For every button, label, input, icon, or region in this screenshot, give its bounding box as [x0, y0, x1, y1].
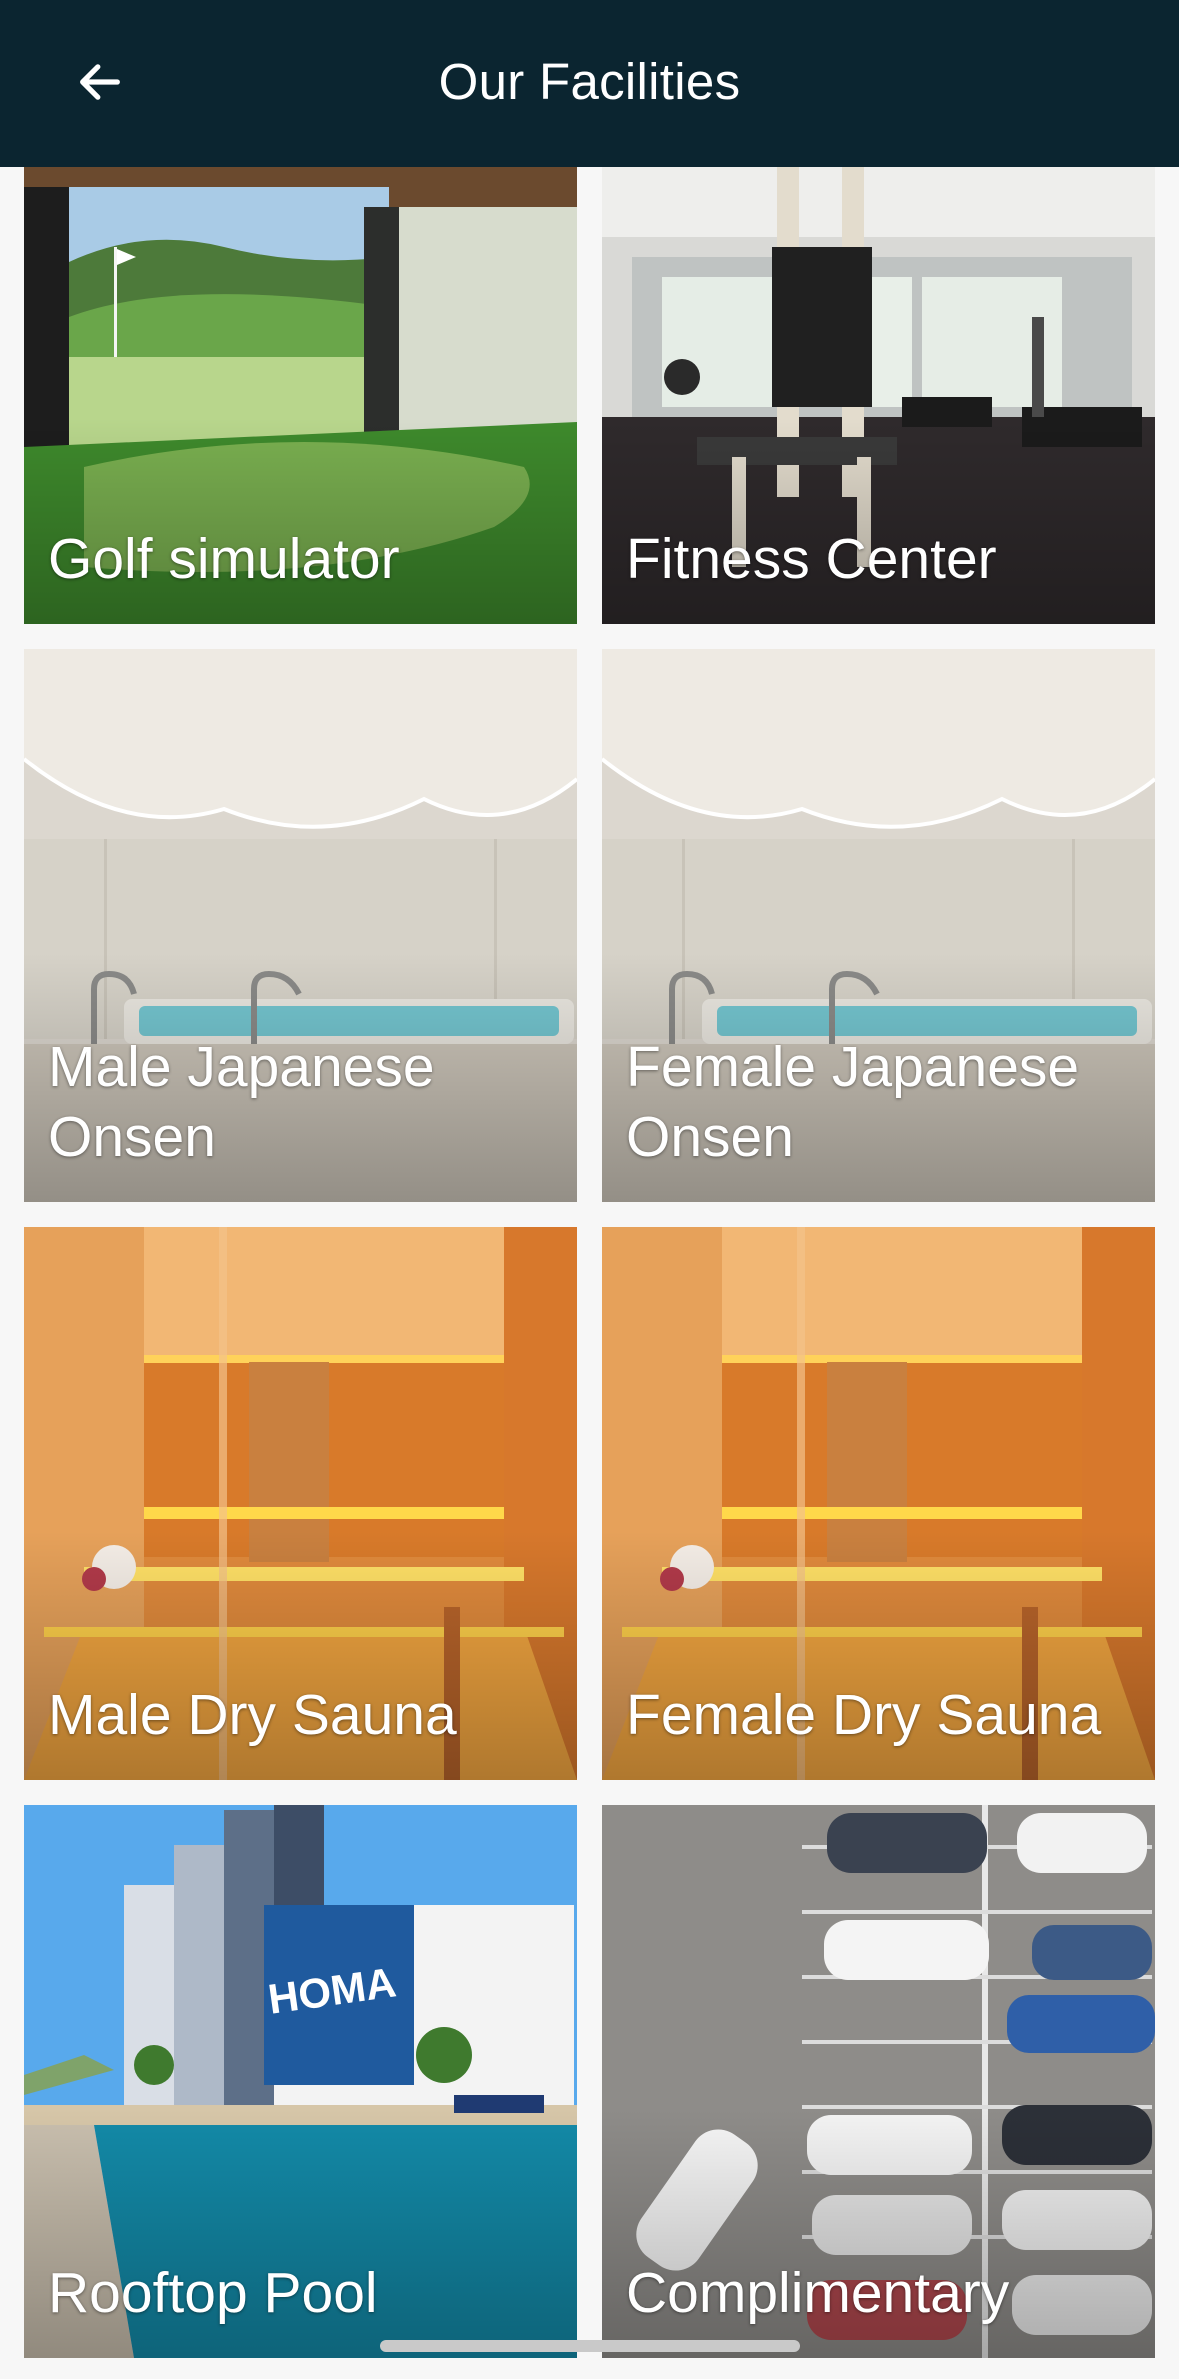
- facility-card-golf-simulator[interactable]: Golf simulator: [24, 167, 577, 624]
- page-title: Our Facilities: [438, 53, 741, 110]
- facility-card-female-dry-sauna[interactable]: Female Dry Sauna: [602, 1227, 1155, 1780]
- facility-label: Fitness Center: [626, 527, 997, 591]
- facility-card-rooftop-pool[interactable]: HOMA Rooftop Pool: [24, 1805, 577, 2358]
- facility-card-fitness-center[interactable]: Fitness Center: [602, 167, 1155, 624]
- facility-label: Male Dry Sauna: [48, 1683, 457, 1747]
- home-indicator[interactable]: [380, 2340, 800, 2352]
- facility-label: Golf simulator: [48, 527, 400, 591]
- app-bar: Our Facilities: [0, 0, 1179, 167]
- facility-label: Male Japanese Onsen: [48, 1035, 435, 1169]
- facility-card-male-japanese-onsen[interactable]: Male Japanese Onsen: [24, 649, 577, 1202]
- facility-card-female-japanese-onsen[interactable]: Female Japanese Onsen: [602, 649, 1155, 1202]
- facility-label: Female Japanese Onsen: [626, 1035, 1080, 1169]
- facility-label: Complimentary: [626, 2261, 1010, 2325]
- facility-card-male-dry-sauna[interactable]: Male Dry Sauna: [24, 1227, 577, 1780]
- facility-label: Rooftop Pool: [48, 2261, 378, 2325]
- facility-label: Female Dry Sauna: [626, 1683, 1102, 1747]
- facility-card-complimentary[interactable]: Complimentary: [602, 1805, 1155, 2358]
